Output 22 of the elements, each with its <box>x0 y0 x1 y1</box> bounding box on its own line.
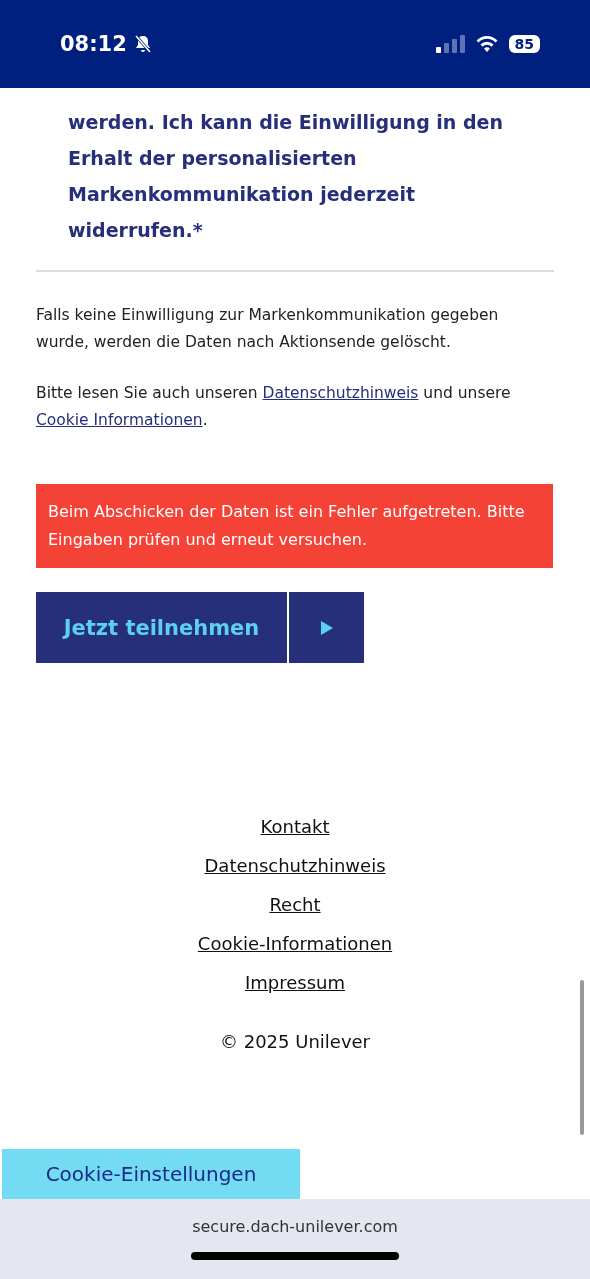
cookie-info-link[interactable]: Cookie Informationen <box>36 411 203 429</box>
status-time: 08:12 <box>60 32 127 56</box>
submit-button[interactable]: Jetzt teilnehmen <box>36 592 287 663</box>
battery-indicator: 85 <box>508 35 540 53</box>
arrow-button[interactable] <box>289 592 364 663</box>
footer-link[interactable]: Recht <box>269 891 321 918</box>
privacy-notice: Bitte lesen Sie auch unseren Datenschutzhinweis und unsere Cookie Informationen. <box>36 383 512 431</box>
info-text: Falls keine Einwilligung zur Markenkommunikation gegeben wurde, werden die Daten nach Aktionsende gelöscht. <box>36 305 500 353</box>
url-text[interactable]: secure.dach-unilever.com <box>192 1217 398 1236</box>
footer-link[interactable]: Kontakt <box>260 813 330 840</box>
signal-icon <box>434 35 465 53</box>
footer-link[interactable]: Datenschutzhinweis <box>204 852 386 879</box>
play-icon <box>319 619 334 636</box>
copyright: © 2025 Unilever <box>219 1030 370 1054</box>
error-message: Beim Abschicken der Daten ist ein Fehler aufgetreten. Bitte Eingaben prüfen und erneut versuchen. <box>36 484 553 568</box>
cookie-settings-button[interactable]: Cookie-Einstellungen <box>2 1149 300 1199</box>
consent-text: werden. Ich kann die Einwilligung in den Erhalt der personalisierten Markenkommunikation jederzeit widerrufen.* <box>68 110 505 243</box>
footer-link[interactable]: Impressum <box>244 969 345 996</box>
wifi-icon <box>474 35 499 53</box>
privacy-link[interactable]: Datenschutzhinweis <box>262 384 419 402</box>
footer-link[interactable]: Cookie-Informationen <box>197 930 393 957</box>
home-indicator[interactable] <box>191 1252 399 1260</box>
